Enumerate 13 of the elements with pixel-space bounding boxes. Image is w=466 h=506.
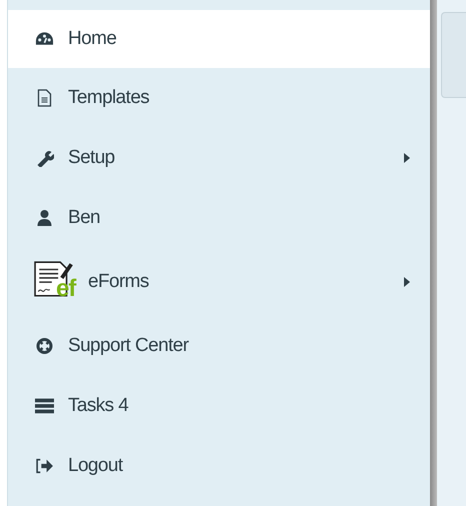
menu-item[interactable]: Ben (8, 188, 430, 248)
menu-item[interactable]: Tasks 4 (8, 376, 430, 436)
menu-item[interactable]: Templates (8, 68, 430, 128)
wrench-icon (35, 149, 54, 167)
menu-item[interactable]: Support Center (8, 316, 430, 376)
lifebuoy-icon (35, 337, 54, 355)
list-icon (35, 397, 54, 415)
menu-item[interactable]: Home (8, 10, 430, 68)
user-icon (35, 209, 54, 227)
logout-icon (35, 457, 54, 475)
menu-item[interactable]: Logout (8, 436, 430, 496)
document-icon (35, 89, 54, 107)
menu-item[interactable]: Setup (8, 128, 430, 188)
